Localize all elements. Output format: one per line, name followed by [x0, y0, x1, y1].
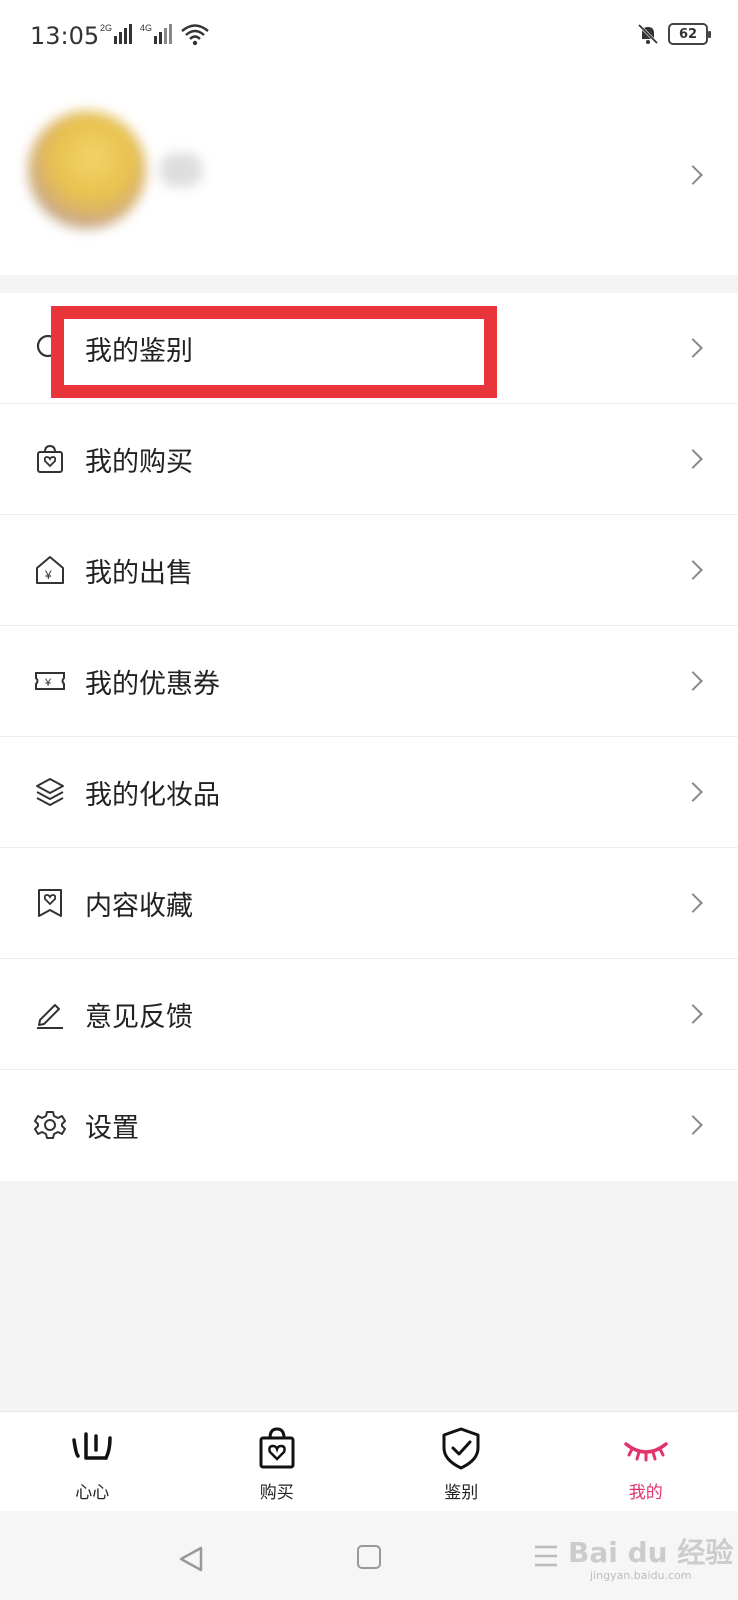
shopping-bag-icon [259, 1427, 295, 1469]
chevron-right-icon [683, 893, 703, 913]
menu-item-purchases[interactable]: 我的购买 [0, 404, 738, 515]
profile-header[interactable] [0, 75, 738, 275]
menu-item-sales[interactable]: ¥ 我的出售 [0, 515, 738, 626]
coupon-icon: ¥ [35, 672, 65, 690]
shopping-bag-icon [37, 444, 63, 473]
menu-icon[interactable] [533, 1543, 559, 1569]
tab-label: 购买 [259, 1483, 294, 1503]
status-right: 62 [636, 22, 711, 46]
menu-item-coupons[interactable]: ¥ 我的优惠券 [0, 626, 738, 737]
menu-item-settings[interactable]: 设置 [0, 1070, 738, 1181]
chevron-right-icon [683, 338, 703, 358]
menu-item-feedback[interactable]: 意见反馈 [0, 959, 738, 1070]
watermark-url: jingyan.baidu.com [590, 1569, 692, 1582]
chevron-right-icon [683, 449, 703, 469]
tab-label: 我的 [628, 1483, 663, 1503]
gear-icon [34, 1111, 66, 1139]
svg-text:4G: 4G [140, 23, 152, 33]
status-bar: 13:05 2G 4G 62 [0, 0, 738, 75]
menu-item-favorites[interactable]: 内容收藏 [0, 848, 738, 959]
wifi-icon [181, 24, 209, 46]
menu-item-label: 设置 [85, 1113, 139, 1144]
chevron-right-icon [683, 1004, 703, 1024]
menu-item-cosmetics[interactable]: 我的化妆品 [0, 737, 738, 848]
signal-icon: 2G [100, 23, 132, 44]
sell-house-icon: ¥ [36, 556, 64, 584]
status-time: 13:05 [30, 22, 100, 50]
chevron-right-icon [683, 782, 703, 802]
edit-icon [37, 1004, 63, 1029]
battery-indicator: 62 [668, 23, 711, 45]
menu-item-label: 我的优惠券 [85, 669, 220, 700]
system-nav-bar: Bai du 经验 jingyan.baidu.com [0, 1511, 738, 1600]
chevron-right-icon [683, 165, 703, 185]
svg-text:¥: ¥ [44, 677, 52, 689]
menu-item-label: 意见反馈 [85, 1002, 193, 1033]
menu-list: 我的鉴别 我的购买 ¥ 我的出售 ¥ 我的优惠券 我的化妆品 内容收藏 意见反馈… [0, 293, 738, 1181]
svg-text:2G: 2G [100, 23, 112, 33]
eyelash-icon [624, 1442, 668, 1462]
layers-icon [36, 778, 64, 806]
chevron-right-icon [683, 560, 703, 580]
tab-buy[interactable]: 购买 [185, 1412, 370, 1511]
highlight-annotation-box [51, 306, 497, 398]
watermark-logo: Bai du 经验 [568, 1536, 734, 1569]
signal-icons: 2G 4G [100, 22, 210, 46]
back-icon[interactable] [178, 1545, 204, 1573]
chevron-right-icon [683, 671, 703, 691]
shield-check-icon [442, 1427, 480, 1470]
svg-text:¥: ¥ [44, 568, 52, 582]
avatar[interactable] [28, 111, 146, 229]
menu-item-label: 我的出售 [85, 558, 193, 589]
menu-item-label: 内容收藏 [85, 891, 193, 922]
tab-xinxin[interactable]: 心心 [0, 1412, 185, 1511]
signal-icon: 4G [140, 23, 172, 44]
home-icon[interactable] [357, 1545, 381, 1569]
tab-label: 鉴别 [444, 1483, 479, 1503]
bottom-nav: 心心 购买 鉴别 我的 [0, 1411, 738, 1511]
bookmark-heart-icon [38, 889, 62, 917]
heart-logo-icon [72, 1432, 112, 1460]
menu-item-label: 我的购买 [85, 447, 193, 478]
tab-identify[interactable]: 鉴别 [369, 1412, 554, 1511]
bell-mute-icon [637, 23, 659, 45]
profile-name [160, 153, 202, 187]
tab-label: 心心 [75, 1483, 110, 1503]
chevron-right-icon [683, 1115, 703, 1135]
menu-item-label: 我的化妆品 [85, 780, 220, 811]
tab-mine[interactable]: 我的 [554, 1412, 738, 1511]
